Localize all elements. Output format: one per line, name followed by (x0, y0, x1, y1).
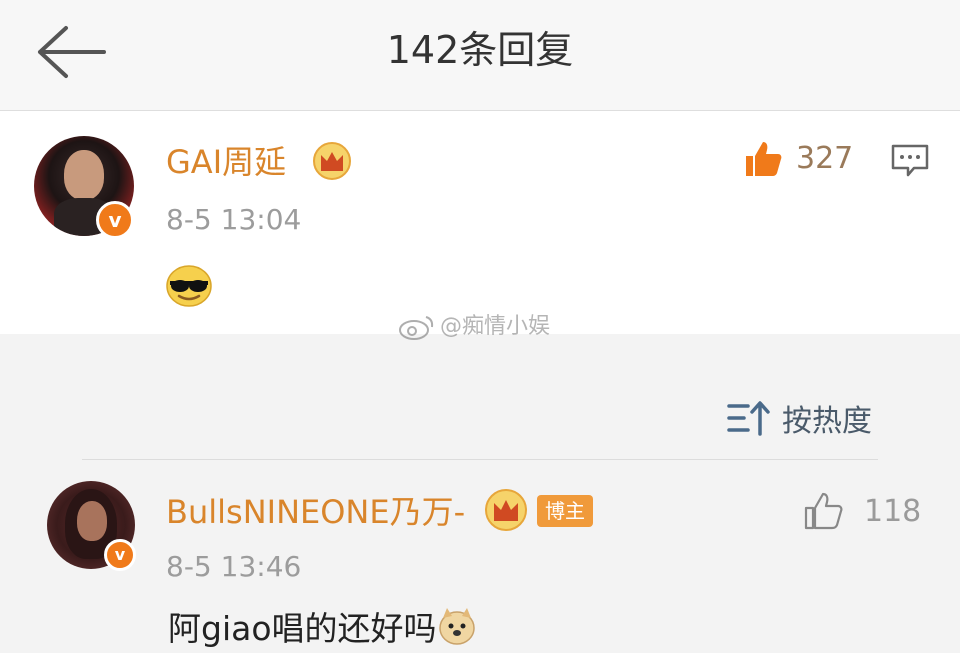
comment-username[interactable]: GAI周延 (166, 142, 286, 182)
doge-emoji (438, 608, 475, 645)
blogger-badge: 博主 (537, 495, 593, 527)
reply-username[interactable]: BullsNINEONE乃万- (166, 492, 465, 532)
comment-timestamp: 8-5 13:04 (166, 203, 302, 236)
like-icon[interactable] (742, 138, 784, 180)
reply-text-content: 阿giao唱的还好吗 (168, 609, 437, 648)
page-title: 142条回复 (386, 28, 574, 72)
reply-timestamp: 8-5 13:46 (166, 550, 302, 583)
like-icon[interactable] (802, 490, 844, 532)
crown-icon (485, 489, 527, 531)
verified-badge-icon: v (104, 539, 136, 571)
like-count: 118 (864, 494, 922, 529)
reply-text: 阿giao唱的还好吗 (168, 606, 477, 651)
sort-icon (727, 401, 770, 436)
divider (82, 459, 878, 460)
sort-label: 按热度 (782, 404, 872, 439)
sort-button[interactable]: 按热度 (726, 396, 872, 440)
sunglasses-emoji (166, 265, 212, 307)
crown-icon (313, 142, 351, 180)
comment-icon[interactable] (890, 143, 930, 179)
like-count: 327 (796, 141, 854, 176)
watermark-text: @痴情小娱 (440, 314, 551, 339)
watermark: @痴情小娱 (398, 310, 550, 344)
weibo-logo-icon (399, 316, 434, 340)
verified-badge-icon: v (96, 201, 134, 239)
